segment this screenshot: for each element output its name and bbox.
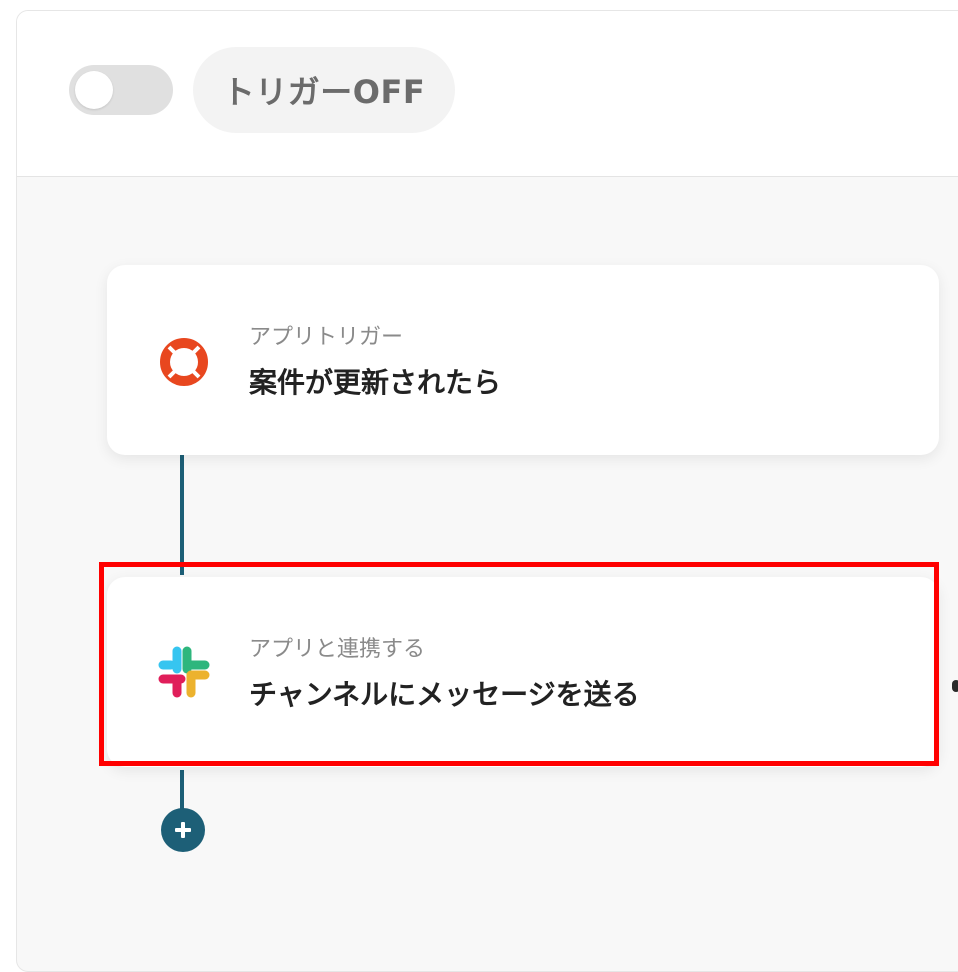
slack-icon (158, 646, 210, 698)
step-subtitle: アプリトリガー (249, 325, 404, 350)
lifebuoy-ring-icon (160, 338, 208, 386)
trigger-status-label: トリガーOFF (222, 73, 426, 111)
flow-step-trigger-card[interactable]: アプリトリガー 案件が更新されたら (107, 265, 939, 455)
trigger-status-badge: トリガーOFF (193, 47, 455, 133)
flow-editor-panel: トリガーOFF (16, 10, 958, 972)
flow-step-action-card[interactable]: アプリと連携する チャンネルにメッセージを送る (107, 577, 939, 767)
trigger-toggle[interactable] (69, 65, 173, 115)
edge-handle[interactable] (952, 680, 958, 692)
step-title: 案件が更新されたら (249, 366, 502, 399)
toggle-knob (75, 71, 113, 109)
flow-header: トリガーOFF (17, 11, 958, 177)
step-subtitle: アプリと連携する (249, 637, 426, 662)
step-title: チャンネルにメッセージを送る (249, 678, 640, 711)
add-step-button[interactable] (161, 808, 205, 852)
flow-connector-line (180, 455, 184, 575)
